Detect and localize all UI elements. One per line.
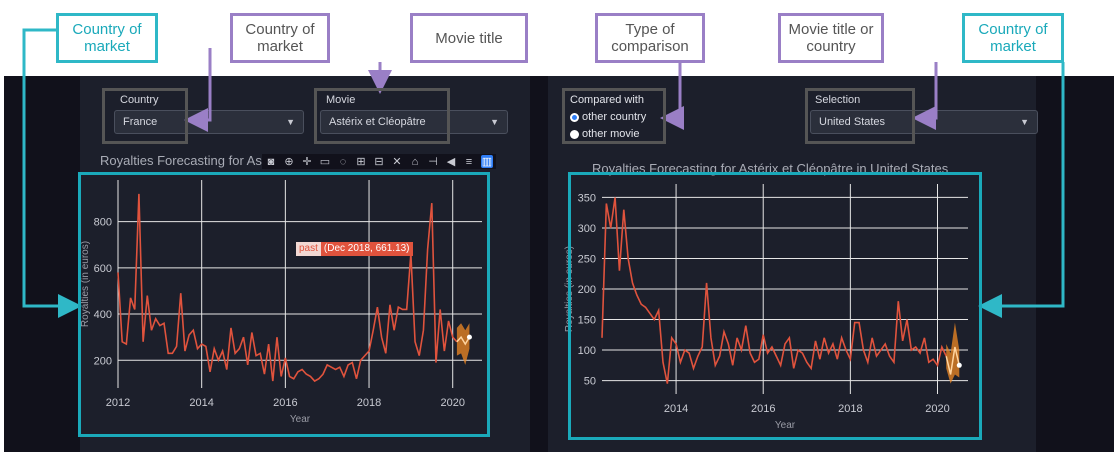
callout-type-of-comparison: Type of comparison (595, 13, 705, 63)
selection-highlight (805, 88, 915, 144)
left-chart-highlight (78, 172, 490, 437)
compared-highlight (562, 88, 666, 144)
country-highlight (102, 88, 188, 144)
chevron-down-icon[interactable]: ▼ (286, 117, 295, 127)
callout-text: Country of market (245, 21, 315, 55)
zoom-icon[interactable]: ⊕ (283, 155, 295, 168)
callout-text: Movie title (435, 29, 503, 47)
right-chart-highlight (568, 172, 982, 440)
chart-modebar: ◙ ⊕ ✛ ▭ ◌ ⊞ ⊟ ✕ ⌂ ⊣ ◀ ≡ ▥ (262, 154, 496, 169)
callout-movie-title-or-country: Movie title or country (778, 13, 884, 63)
callout-country-of-market: Country of market (230, 13, 330, 63)
callout-text: Country of market (72, 21, 142, 55)
zoom-out-icon[interactable]: ⊟ (373, 155, 385, 168)
callout-text: Type of comparison (611, 21, 689, 55)
movie-highlight (314, 88, 450, 144)
callout-text: Country of market (978, 21, 1048, 55)
chevron-down-icon[interactable]: ▼ (1020, 117, 1029, 127)
callout-movie-title: Movie title (410, 13, 528, 63)
callout-country-of-market-right: Country of market (962, 13, 1064, 63)
zoom-in-icon[interactable]: ⊞ (355, 155, 367, 168)
home-icon[interactable]: ⌂ (409, 156, 421, 168)
pan-icon[interactable]: ✛ (301, 155, 313, 168)
spike-icon[interactable]: ⊣ (427, 155, 439, 168)
autoscale-icon[interactable]: ✕ (391, 155, 403, 168)
chevron-down-icon[interactable]: ▼ (490, 117, 499, 127)
camera-icon[interactable]: ◙ (265, 156, 277, 168)
plotly-logo-icon[interactable]: ▥ (481, 155, 493, 168)
select-icon[interactable]: ▭ (319, 155, 331, 168)
hover-closest-icon[interactable]: ◀ (445, 155, 457, 168)
callout-country-of-market-left: Country of market (56, 13, 158, 63)
hover-compare-icon[interactable]: ≡ (463, 156, 475, 168)
lasso-icon[interactable]: ◌ (337, 156, 349, 168)
callout-text: Movie title or country (788, 21, 874, 55)
